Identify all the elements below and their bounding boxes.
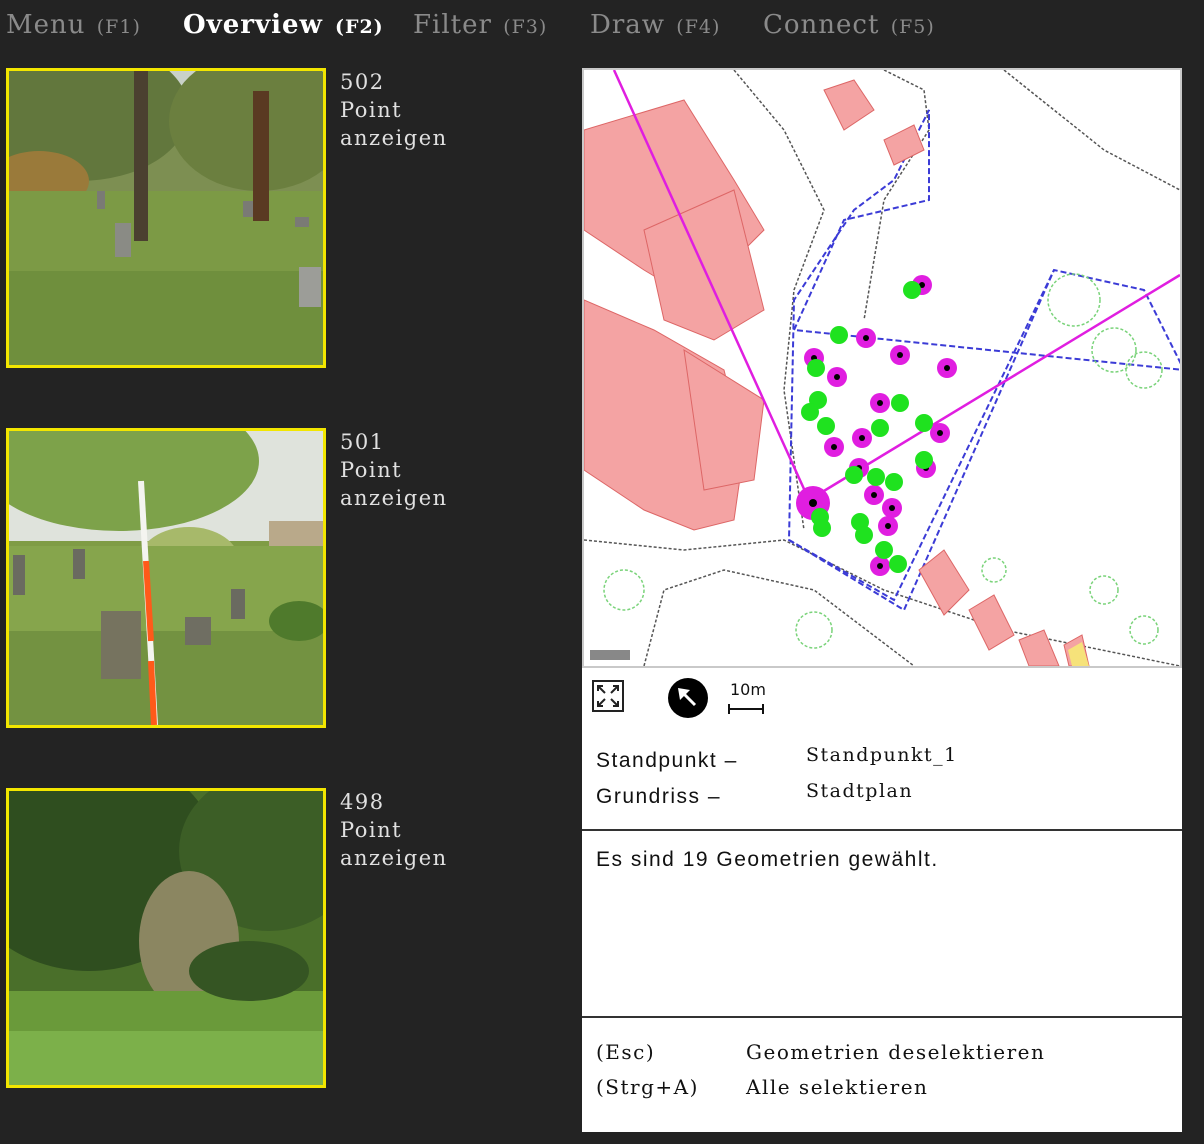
grundriss-label: Grundriss – — [596, 785, 722, 808]
point-type: Point — [340, 98, 403, 122]
divider — [582, 1016, 1182, 1018]
menu-tab-menu[interactable]: Menu (F1) — [6, 10, 141, 40]
point-id: 502 — [340, 70, 385, 94]
menu-tab-label: Menu — [6, 10, 86, 40]
menu-tab-shortcut: (F3) — [503, 16, 548, 38]
menu-tab-shortcut: (F5) — [890, 16, 935, 38]
shortcut-select-all: (Strg+A) Alle selektieren — [596, 1075, 927, 1099]
photo-survey-pole — [9, 431, 323, 725]
grundriss-row: Grundriss – Stadtplan — [596, 780, 912, 809]
menu-tab-shortcut: (F4) — [676, 16, 721, 38]
thumbnail-caption-501: 501 Point anzeigen — [340, 428, 448, 512]
standpunkt-value[interactable]: Standpunkt_1 — [806, 744, 958, 766]
point-type: Point — [340, 458, 403, 482]
selection-message: Es sind 19 Geometrien gewählt. — [596, 848, 939, 871]
top-menu-bar: Menu (F1) Overview (F2) Filter (F3) Draw… — [0, 0, 1204, 58]
photo-overgrown-stone — [9, 791, 323, 1085]
divider — [582, 829, 1182, 831]
expand-icon[interactable] — [592, 680, 624, 712]
menu-tab-draw[interactable]: Draw (F4) — [590, 10, 720, 40]
point-id: 498 — [340, 790, 385, 814]
show-point-link[interactable]: anzeigen — [340, 484, 448, 512]
shortcut-key: (Esc) — [596, 1040, 656, 1064]
photo-cemetery-trees — [9, 71, 323, 365]
menu-tab-overview[interactable]: Overview (F2) — [183, 10, 384, 40]
map-canvas[interactable] — [584, 70, 1180, 666]
menu-tab-filter[interactable]: Filter (F3) — [413, 10, 547, 40]
point-id: 501 — [340, 430, 385, 454]
deselect-geometries-action[interactable]: Geometrien deselektieren — [746, 1040, 1045, 1064]
scale-label: 10m — [730, 680, 766, 699]
north-arrow-icon[interactable] — [668, 678, 708, 718]
grundriss-value[interactable]: Stadtplan — [806, 780, 913, 802]
menu-tab-label: Connect — [763, 10, 880, 40]
show-point-link[interactable]: anzeigen — [340, 844, 448, 872]
thumbnail-498[interactable] — [6, 788, 326, 1088]
thumbnail-501[interactable] — [6, 428, 326, 728]
shortcut-deselect: (Esc) Geometrien deselektieren — [596, 1040, 1044, 1064]
thumbnail-caption-498: 498 Point anzeigen — [340, 788, 448, 872]
menu-tab-label: Draw — [590, 10, 666, 40]
detail-panel: 10m Standpunkt – Standpunkt_1 Grundriss … — [582, 68, 1182, 1132]
point-type: Point — [340, 818, 403, 842]
menu-tab-label: Filter — [413, 10, 492, 40]
scale-bar-icon — [728, 704, 764, 714]
standpunkt-label: Standpunkt – — [596, 749, 738, 772]
thumbnail-502[interactable] — [6, 68, 326, 368]
select-all-action[interactable]: Alle selektieren — [746, 1075, 928, 1099]
site-map[interactable] — [582, 68, 1182, 668]
menu-tab-shortcut: (F2) — [334, 16, 384, 38]
thumbnail-caption-502: 502 Point anzeigen — [340, 68, 448, 152]
show-point-link[interactable]: anzeigen — [340, 124, 448, 152]
map-toolbar: 10m — [582, 670, 1182, 726]
standpunkt-row: Standpunkt – Standpunkt_1 — [596, 744, 956, 773]
menu-tab-label: Overview — [183, 10, 323, 40]
map-attribution — [590, 650, 630, 660]
menu-tab-shortcut: (F1) — [96, 16, 141, 38]
shortcut-key: (Strg+A) — [596, 1075, 699, 1099]
menu-tab-connect[interactable]: Connect (F5) — [763, 10, 935, 40]
